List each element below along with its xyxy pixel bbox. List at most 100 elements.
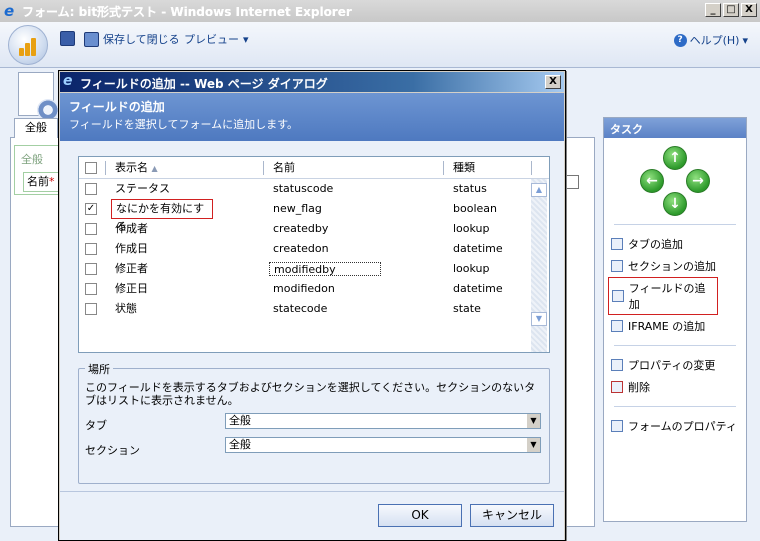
scroll-up-icon[interactable]: ▲ [531,183,547,197]
task-add-section[interactable]: セクションの追加 [604,255,746,277]
column-name[interactable]: 名前 [273,157,295,179]
ie-logo-icon: e [4,2,15,20]
tab-general[interactable]: 全般 [14,118,58,138]
required-mark: * [49,175,55,188]
arrow-left-icon[interactable]: ← [640,169,664,193]
add-section-icon [611,260,623,272]
row-checkbox[interactable] [85,183,97,195]
section-select-label: セクション [85,444,140,457]
task-delete[interactable]: 削除 [604,376,746,398]
chevron-down-icon[interactable]: ▼ [526,438,540,452]
grid-row-selected[interactable]: ✓ なにかを有効にする new_flag boolean [79,199,549,233]
preview-menu[interactable]: プレビュー ▾ [184,31,249,47]
location-legend: 場所 [85,361,113,377]
task-add-tab[interactable]: タブの追加 [604,233,746,255]
tab-select[interactable]: 全般 ▼ [225,413,541,429]
row-checkbox[interactable] [85,243,97,255]
row-name: statuscode [273,182,334,195]
help-icon: ? [673,33,687,47]
task-change-properties[interactable]: プロパティの変更 [604,354,746,376]
add-iframe-icon [611,320,623,332]
row-name: statecode [273,302,328,315]
task-add-iframe[interactable]: IFRAME の追加 [604,315,746,337]
row-name: createdby [273,222,329,235]
ie-logo-icon: e [63,73,73,89]
row-checkbox[interactable] [85,303,97,315]
move-arrows: ↑ ← → ↓ [640,146,710,216]
tab-select-label: タブ [85,419,107,432]
row-type: boolean [453,202,497,215]
minimize-button[interactable]: _ [705,3,721,17]
save-button[interactable] [60,31,75,46]
arrow-up-icon[interactable]: ↑ [663,146,687,170]
task-form-properties[interactable]: フォームのプロパティ [604,415,746,437]
task-add-field[interactable]: フィールドの追加 [608,277,718,315]
chevron-down-icon: ▾ [742,33,748,47]
scroll-down-icon[interactable]: ▼ [531,312,547,326]
grid-row[interactable]: ステータス statuscode status [79,179,549,199]
task-panel: タスク ↑ ← → ↓ タブの追加 セクションの追加 フィールドの追加 IFRA… [603,117,747,522]
arrow-down-icon[interactable]: ↓ [663,192,687,216]
column-type[interactable]: 種類 [453,157,475,179]
form-properties-icon [611,420,623,432]
dialog-header: フィールドの追加 フィールドを選択してフォームに追加します。 [60,93,564,141]
row-checkbox-checked[interactable]: ✓ [85,203,97,215]
location-description: このフィールドを表示するタブおよびセクションを選択してください。セクションのない… [85,381,536,407]
row-type: status [453,182,487,195]
save-close-button[interactable]: 保存して閉じる [84,31,180,47]
grid-row[interactable]: 修正日 modifiedon datetime [79,279,549,299]
cancel-button[interactable]: キャンセル [470,504,554,527]
row-checkbox[interactable] [85,263,97,275]
dialog-body: 表示名 ▲ 名前 種類 ステータス statuscode status ✓ なに… [60,141,564,491]
row-type: lookup [453,222,490,235]
name-field[interactable]: 名前* [23,172,63,192]
row-name: modifiedon [273,282,335,295]
task-label: タブの追加 [628,238,683,251]
grid-row[interactable]: 作成者 createdby lookup [79,219,549,239]
section-label: 全般 [21,153,43,166]
grid-row[interactable]: 状態 statecode state [79,299,549,319]
close-window-button[interactable]: X [741,3,757,17]
chevron-down-icon: ▾ [243,32,249,46]
row-type: datetime [453,242,503,255]
task-label: プロパティの変更 [628,359,716,372]
row-name: new_flag [273,202,322,215]
dialog-title: フィールドの追加 -- Web ページ ダイアログ [80,77,328,91]
dialog-footer: OK キャンセル [60,491,564,540]
select-all-checkbox[interactable] [85,162,97,174]
grid-scrollbar[interactable]: ▲ ▼ [531,179,547,352]
arrow-right-icon[interactable]: → [686,169,710,193]
dialog-header-title: フィールドの追加 [69,100,165,114]
ok-button[interactable]: OK [378,504,462,527]
row-name-focused: modifiedby [269,262,381,276]
row-checkbox[interactable] [85,283,97,295]
save-close-label: 保存して閉じる [103,33,180,46]
preview-label: プレビュー [184,33,239,46]
row-display-name: 状態 [115,302,137,315]
save-close-icon [84,31,99,47]
tab-select-value: 全般 [229,414,251,427]
dialog-close-button[interactable]: X [545,75,561,89]
form-settings-icon [18,72,59,121]
maximize-button[interactable]: □ [723,3,739,17]
section-select[interactable]: 全般 ▼ [225,437,541,453]
sort-ascending-icon: ▲ [151,164,158,173]
form-field-box [565,175,579,189]
window-titlebar: e フォーム: bit形式テスト - Windows Internet Expl… [0,0,760,22]
chevron-down-icon[interactable]: ▼ [526,414,540,428]
help-menu[interactable]: ? ヘルプ(H) ▾ [673,32,748,48]
grid-row[interactable]: 修正者 modifiedby lookup [79,259,549,279]
column-display-name[interactable]: 表示名 ▲ [115,157,158,179]
add-field-icon [612,290,624,302]
section-general[interactable]: 全般 名前* [14,145,63,195]
properties-icon [611,359,623,371]
dialog-titlebar: e フィールドの追加 -- Web ページ ダイアログ X [60,72,564,92]
grid-row[interactable]: 作成日 createdon datetime [79,239,549,259]
column-label: 表示名 [115,161,148,174]
task-label: IFRAME の追加 [628,320,706,333]
field-grid: 表示名 ▲ 名前 種類 ステータス statuscode status ✓ なに… [78,156,550,353]
task-label: 削除 [628,381,650,394]
row-display-name: 作成者 [115,222,148,235]
crm-logo-icon [8,25,48,65]
row-checkbox[interactable] [85,223,97,235]
